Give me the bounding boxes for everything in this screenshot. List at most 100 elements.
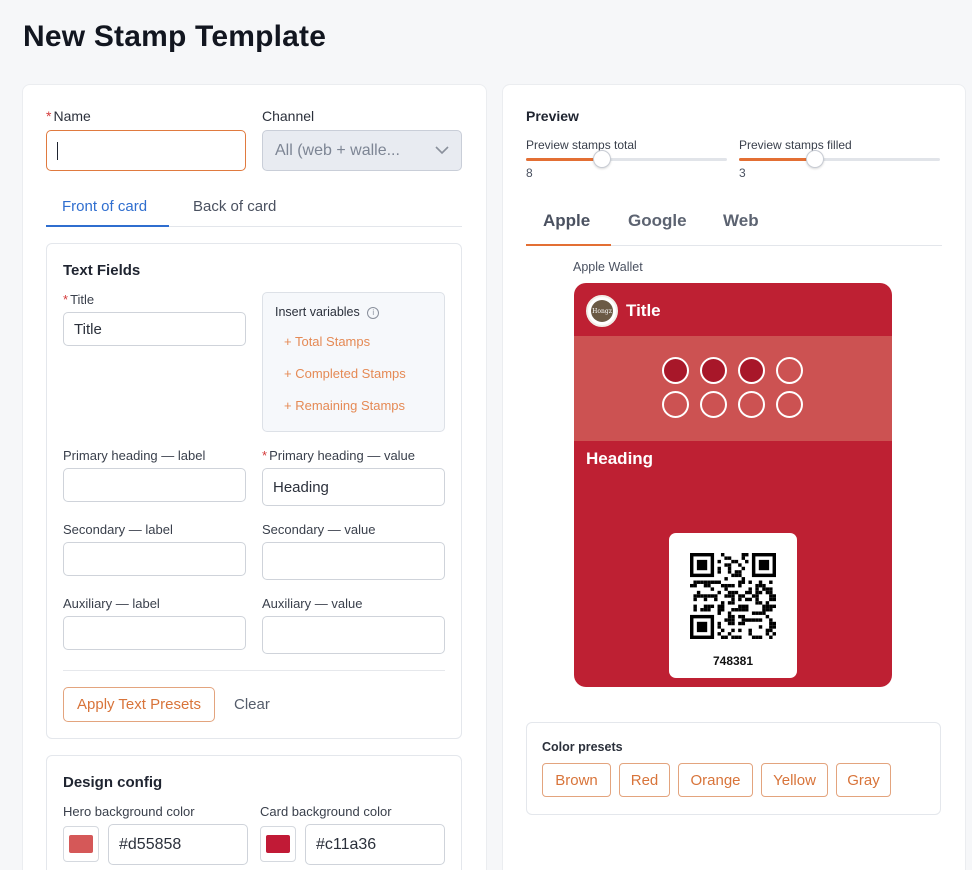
qr-module	[703, 580, 708, 584]
color-presets-label: Color presets	[542, 740, 623, 754]
qr-module	[748, 580, 752, 584]
qr-module	[762, 611, 766, 615]
hero-bg-swatch[interactable]	[63, 826, 99, 862]
qr-module	[772, 625, 776, 629]
qr-module	[741, 614, 746, 619]
qr-module	[710, 594, 715, 598]
qr-module	[734, 608, 739, 612]
preset-gray-button[interactable]: Gray	[836, 763, 891, 797]
qr-module	[741, 594, 746, 598]
channel-select[interactable]: All (web + walle...	[262, 130, 462, 171]
qr-module	[755, 583, 759, 588]
qr-module	[693, 597, 697, 602]
qr-module	[741, 566, 746, 571]
qr-module	[734, 573, 739, 578]
qr-code-card: 748381	[669, 533, 797, 678]
qr-module	[720, 553, 725, 557]
qr-module	[696, 621, 708, 633]
hero-bg-input[interactable]: #d55858	[108, 824, 248, 865]
info-icon[interactable]: i	[367, 306, 380, 319]
name-input[interactable]	[46, 130, 246, 171]
qr-module	[741, 553, 746, 557]
chevron-down-icon	[435, 146, 449, 155]
qr-code	[690, 553, 776, 639]
qr-module	[765, 608, 770, 612]
apply-text-presets-button[interactable]: Apply Text Presets	[63, 687, 215, 722]
active-tab-indicator	[46, 225, 169, 227]
tab-google[interactable]: Google	[628, 211, 687, 231]
qr-module	[731, 559, 735, 564]
card-bg-input[interactable]: #c11a36	[305, 824, 445, 865]
tab-apple[interactable]: Apple	[543, 211, 590, 231]
var-completed-stamps[interactable]: + Completed Stamps	[284, 366, 406, 381]
stamp-empty	[700, 391, 727, 418]
qr-module	[700, 580, 704, 584]
preset-yellow-button[interactable]: Yellow	[761, 763, 828, 797]
stamp-filled	[662, 357, 689, 384]
card-bg-swatch[interactable]	[260, 826, 296, 862]
qr-module	[720, 608, 725, 612]
tab-web[interactable]: Web	[723, 211, 759, 231]
qr-module	[769, 635, 773, 639]
qr-module	[731, 635, 735, 639]
qr-module	[751, 594, 756, 598]
qr-module	[724, 635, 728, 639]
qr-module	[748, 628, 752, 633]
qr-module	[724, 583, 728, 588]
brand-logo: Hongz	[586, 295, 618, 327]
qr-module	[755, 587, 759, 591]
stamps-total-fill	[526, 158, 603, 161]
qr-module	[745, 590, 749, 595]
qr-module	[755, 590, 759, 595]
qr-module	[769, 625, 773, 629]
qr-module	[731, 608, 735, 612]
qr-module	[758, 625, 763, 629]
qr-module	[724, 577, 728, 581]
tab-back-of-card[interactable]: Back of card	[193, 198, 276, 215]
qr-module	[703, 583, 708, 588]
card-bg-label: Card background color	[260, 804, 392, 819]
qr-module	[758, 635, 763, 639]
auxiliary-label-input[interactable]	[63, 616, 246, 650]
preset-orange-button[interactable]: Orange	[678, 763, 753, 797]
tab-front-of-card[interactable]: Front of card	[62, 198, 147, 215]
qr-module	[745, 597, 749, 602]
qr-module	[727, 618, 732, 622]
qr-module	[758, 583, 763, 588]
qr-module	[707, 594, 711, 598]
primary-value-input[interactable]: Heading	[262, 468, 445, 506]
stamps-total-label: Preview stamps total	[526, 138, 637, 152]
qr-module	[751, 618, 756, 622]
qr-module	[717, 621, 721, 626]
qr-module	[731, 590, 735, 595]
qr-module	[720, 583, 725, 588]
var-total-stamps[interactable]: + Total Stamps	[284, 334, 370, 349]
clear-button[interactable]: Clear	[234, 696, 270, 713]
qr-module	[717, 611, 721, 615]
qr-module	[727, 566, 732, 571]
secondary-value-input[interactable]	[262, 542, 445, 580]
page-title: New Stamp Template	[23, 20, 327, 53]
qr-module	[690, 583, 694, 588]
qr-module	[710, 587, 715, 591]
secondary-label-input[interactable]	[63, 542, 246, 576]
var-remaining-stamps[interactable]: + Remaining Stamps	[284, 398, 405, 413]
qr-module	[772, 594, 776, 598]
primary-label-input[interactable]	[63, 468, 246, 502]
preset-red-button[interactable]: Red	[619, 763, 670, 797]
qr-module	[758, 590, 763, 595]
title-input[interactable]: Title	[63, 312, 246, 346]
qr-module	[720, 635, 725, 639]
qr-module	[731, 601, 735, 605]
qr-module	[727, 570, 732, 574]
qr-module	[724, 618, 728, 622]
qr-module	[734, 570, 739, 574]
qr-module	[755, 594, 759, 598]
qr-module	[755, 618, 759, 622]
preset-brown-button[interactable]: Brown	[542, 763, 611, 797]
qr-module	[738, 635, 742, 639]
auxiliary-value-input[interactable]	[262, 616, 445, 654]
qr-code-number: 748381	[712, 654, 754, 668]
qr-module	[772, 597, 776, 602]
qr-module	[755, 597, 759, 602]
